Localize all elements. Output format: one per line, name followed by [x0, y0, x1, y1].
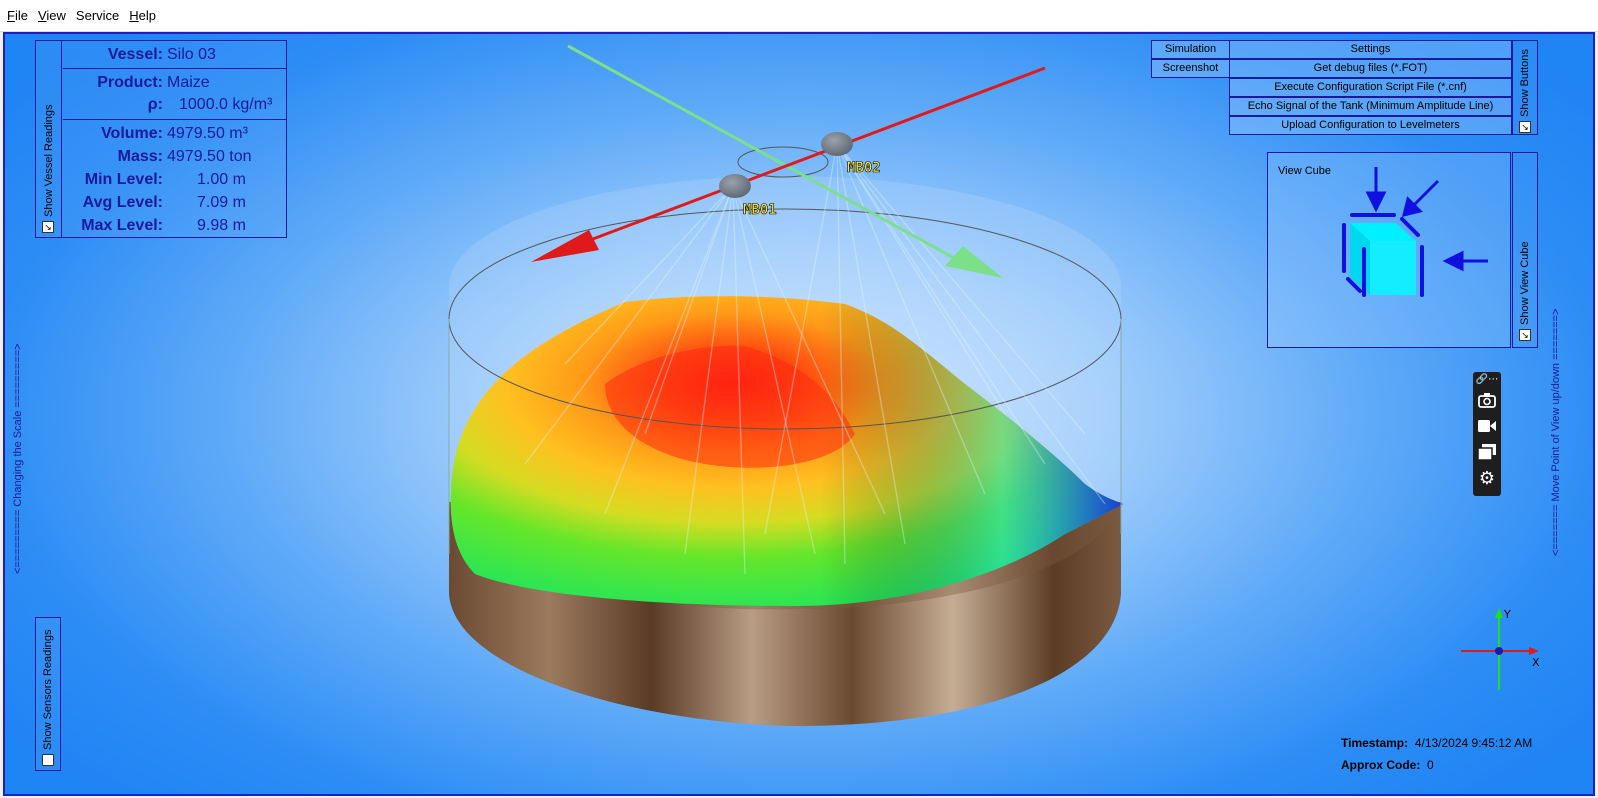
menu-view[interactable]: View	[33, 0, 71, 32]
show-view-cube-label: Show View Cube	[1519, 241, 1531, 325]
changing-scale-label[interactable]: <========= Changing the Scale =========>	[12, 343, 24, 574]
move-view-label[interactable]: <======= Move Point of View up/down ====…	[1550, 309, 1562, 557]
axis-x-label: X	[1532, 656, 1540, 669]
chevron-down-icon[interactable]: ↘	[1519, 121, 1531, 133]
show-sensors-readings-label: Show Sensors Readings	[42, 629, 54, 750]
view-cube-icon[interactable]	[1268, 153, 1512, 349]
sensor-mb02-label: MB02	[847, 160, 881, 176]
vessel-readings-toggle[interactable]: Show Vessel Readings ↘	[36, 41, 62, 237]
upload-config-button[interactable]: Upload Configuration to Levelmeters	[1229, 116, 1512, 135]
timestamp-row: Timestamp: 4/13/2024 9:45:12 AM	[1341, 736, 1533, 750]
execute-script-button[interactable]: Execute Configuration Script File (*.cnf…	[1229, 78, 1512, 97]
capture-toolbar: 🔗⋯ ⚙	[1473, 372, 1501, 496]
show-buttons-toggle[interactable]: Show Buttons ↘	[1512, 40, 1538, 135]
scene-viewport[interactable]: MB01 MB02 Y X <========= Changing the Sc…	[3, 32, 1595, 796]
sensor-mb01-icon[interactable]	[719, 174, 751, 198]
video-icon[interactable]	[1477, 416, 1497, 436]
show-vessel-readings-label: Show Vessel Readings	[43, 104, 55, 217]
menu-bar: File View Service Help	[0, 0, 1598, 32]
silo-hatch	[737, 146, 829, 178]
divider	[63, 119, 287, 120]
sensor-mb02-icon[interactable]	[821, 132, 853, 156]
chevron-down-icon[interactable]: ↘	[42, 221, 54, 233]
screenshot-button[interactable]: Screenshot	[1151, 59, 1230, 78]
chevron-down-icon[interactable]: ↘	[1519, 329, 1531, 341]
link-icon[interactable]: 🔗⋯	[1476, 372, 1498, 386]
approx-code-row: Approx Code: 0	[1341, 758, 1434, 772]
settings-button[interactable]: Settings	[1229, 40, 1512, 59]
menu-service[interactable]: Service	[71, 0, 124, 32]
sensor-mb01-label: MB01	[743, 202, 777, 218]
gear-icon[interactable]: ⚙	[1477, 468, 1497, 488]
window-icon[interactable]	[1477, 442, 1497, 462]
sensors-readings-checkbox[interactable]	[42, 754, 54, 766]
menu-help[interactable]: Help	[124, 0, 161, 32]
show-buttons-label: Show Buttons	[1519, 49, 1531, 117]
menu-file[interactable]: File	[2, 0, 33, 32]
axis-y-label: Y	[1503, 608, 1511, 621]
show-view-cube-toggle[interactable]: Show View Cube ↘	[1512, 152, 1538, 348]
divider	[63, 68, 287, 69]
simulation-button[interactable]: Simulation	[1151, 40, 1230, 59]
camera-icon[interactable]	[1477, 390, 1497, 410]
vessel-readings-panel: Show Vessel Readings ↘ Vessel: Silo 03 P…	[35, 40, 287, 238]
get-debug-files-button[interactable]: Get debug files (*.FOT)	[1229, 59, 1512, 78]
sensors-readings-toggle[interactable]: Show Sensors Readings	[35, 617, 61, 771]
axis-gizmo: Y X	[1461, 608, 1540, 690]
view-cube-panel: View Cube	[1267, 152, 1511, 348]
echo-signal-button[interactable]: Echo Signal of the Tank (Minimum Amplitu…	[1229, 97, 1512, 116]
